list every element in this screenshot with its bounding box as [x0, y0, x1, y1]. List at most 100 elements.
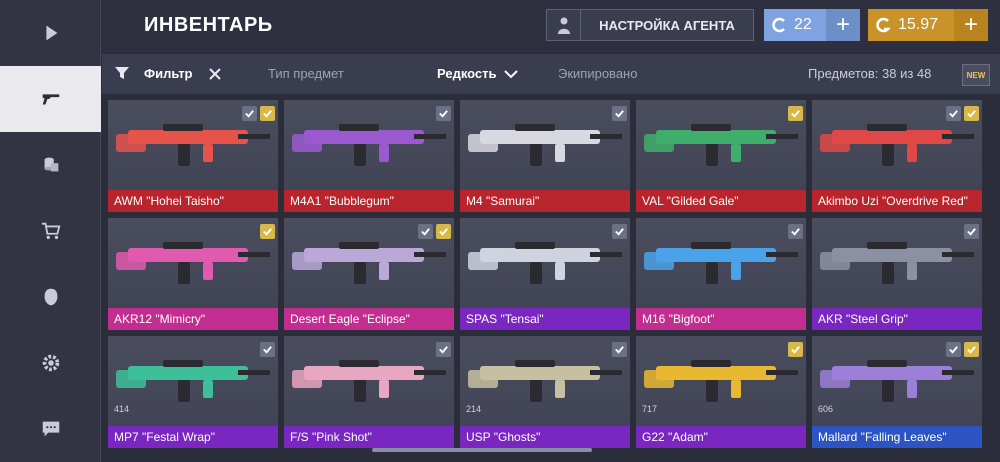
inventory-item[interactable]: M4 "Samurai": [460, 100, 630, 212]
inventory-item[interactable]: MP7 "Festal Wrap" 414: [108, 336, 278, 448]
sidebar-item-play[interactable]: [0, 0, 101, 66]
item-name: Desert Eagle "Eclipse": [284, 308, 454, 330]
weapon-icon: [468, 242, 622, 284]
settings-icon: [42, 354, 59, 372]
new-badge[interactable]: NEW: [962, 64, 990, 86]
inventory-item[interactable]: VAL "Gilded Gale": [636, 100, 806, 212]
weapon-icon: [644, 124, 798, 166]
gold-currency: 15.97 +: [868, 9, 988, 41]
item-name: AKR12 "Mimicry": [108, 308, 278, 330]
favorite-check[interactable]: [436, 224, 451, 239]
filter-label[interactable]: Фильтр: [144, 66, 193, 81]
weapon-icon: [292, 360, 446, 402]
item-name: VAL "Gilded Gale": [636, 190, 806, 212]
equipped-filter[interactable]: Экипировано: [558, 66, 637, 81]
favorite-check[interactable]: [260, 224, 275, 239]
favorite-check[interactable]: [788, 342, 803, 357]
inventory-grid: AWM "Hohei Taisho" M4A1 "Bubblegum" M4 "Sa…: [102, 96, 1000, 462]
inventory-item[interactable]: SPAS "Tensai": [460, 218, 630, 330]
gold-coin-icon: [876, 17, 891, 33]
weapon-icon: [644, 360, 798, 402]
equipped-check[interactable]: [964, 224, 979, 239]
add-gold-button[interactable]: +: [954, 9, 988, 41]
weapon-icon: [116, 360, 270, 402]
equipped-check[interactable]: [612, 224, 627, 239]
clear-filter-icon[interactable]: [208, 67, 222, 81]
favorite-check[interactable]: [964, 342, 979, 357]
item-count: Предметов: 38 из 48: [808, 66, 932, 81]
kill-counter: 606: [818, 404, 834, 414]
item-name: USP "Ghosts": [460, 426, 630, 448]
inventory-item[interactable]: USP "Ghosts" 214: [460, 336, 630, 448]
sidebar-item-shop[interactable]: [0, 198, 101, 264]
rarity-filter[interactable]: Редкость: [437, 66, 497, 81]
equipped-check[interactable]: [436, 106, 451, 121]
sidebar-item-inventory[interactable]: [0, 66, 101, 132]
agent-settings-label: НАСТРОЙКА АГЕНТА: [599, 17, 735, 33]
inventory-item[interactable]: M16 "Bigfoot": [636, 218, 806, 330]
coins-icon: [44, 157, 58, 172]
silver-currency: 22 +: [764, 9, 860, 41]
page-title: ИНВЕНТАРЬ: [144, 14, 273, 36]
equipped-check[interactable]: [260, 342, 275, 357]
kill-counter: 414: [114, 404, 130, 414]
gold-amount: 15.97: [868, 9, 954, 41]
add-silver-button[interactable]: +: [826, 9, 860, 41]
sidebar: [0, 0, 101, 462]
inventory-item[interactable]: F/S "Pink Shot": [284, 336, 454, 448]
type-filter[interactable]: Тип предмет: [268, 66, 344, 81]
item-name: AWM "Hohei Taisho": [108, 190, 278, 212]
inventory-item[interactable]: Akimbo Uzi "Overdrive Red": [812, 100, 982, 212]
inventory-item[interactable]: Mallard "Falling Leaves" 606: [812, 336, 982, 448]
silver-coin-icon: [772, 17, 785, 33]
cart-icon: [41, 222, 60, 240]
equipped-check[interactable]: [946, 106, 961, 121]
inventory-item[interactable]: AWM "Hohei Taisho": [108, 100, 278, 212]
silver-amount: 22: [764, 9, 826, 41]
filter-bar: Фильтр Тип предмет Редкость Экипировано …: [102, 54, 1000, 94]
favorite-check[interactable]: [788, 106, 803, 121]
item-name: F/S "Pink Shot": [284, 426, 454, 448]
item-name: M4A1 "Bubblegum": [284, 190, 454, 212]
equipped-check[interactable]: [612, 342, 627, 357]
inventory-item[interactable]: AKR12 "Mimicry": [108, 218, 278, 330]
item-name: AKR "Steel Grip": [812, 308, 982, 330]
equipped-check[interactable]: [436, 342, 451, 357]
favorite-check[interactable]: [964, 106, 979, 121]
agent-settings-button[interactable]: НАСТРОЙКА АГЕНТА: [546, 9, 754, 41]
weapon-icon: [116, 242, 270, 284]
sidebar-item-settings[interactable]: [0, 330, 101, 396]
inventory-item[interactable]: Desert Eagle "Eclipse": [284, 218, 454, 330]
equipped-check[interactable]: [612, 106, 627, 121]
mask-icon: [44, 288, 57, 306]
sidebar-item-chat[interactable]: [0, 396, 101, 462]
weapon-icon: [644, 242, 798, 284]
item-name: G22 "Adam": [636, 426, 806, 448]
sidebar-item-coins[interactable]: [0, 132, 101, 198]
gun-icon: [42, 94, 59, 105]
chevron-down-icon: [504, 70, 518, 79]
weapon-icon: [820, 242, 974, 284]
equipped-check[interactable]: [946, 342, 961, 357]
equipped-check[interactable]: [788, 224, 803, 239]
weapon-icon: [292, 124, 446, 166]
inventory-item[interactable]: AKR "Steel Grip": [812, 218, 982, 330]
favorite-check[interactable]: [260, 106, 275, 121]
item-name: SPAS "Tensai": [460, 308, 630, 330]
equipped-check[interactable]: [242, 106, 257, 121]
equipped-check[interactable]: [418, 224, 433, 239]
kill-counter: 717: [642, 404, 658, 414]
item-name: Akimbo Uzi "Overdrive Red": [812, 190, 982, 212]
header: ИНВЕНТАРЬ НАСТРОЙКА АГЕНТА 22 + 15.97 +: [102, 0, 1000, 52]
filter-icon[interactable]: [114, 65, 130, 81]
inventory-item[interactable]: M4A1 "Bubblegum": [284, 100, 454, 212]
weapon-icon: [468, 124, 622, 166]
item-name: Mallard "Falling Leaves": [812, 426, 982, 448]
chat-icon: [42, 421, 59, 437]
scrollbar[interactable]: [372, 448, 592, 452]
item-name: MP7 "Festal Wrap": [108, 426, 278, 448]
sidebar-item-agents[interactable]: [0, 264, 101, 330]
play-icon: [45, 25, 57, 41]
inventory-item[interactable]: G22 "Adam" 717: [636, 336, 806, 448]
agent-icon: [547, 10, 581, 40]
